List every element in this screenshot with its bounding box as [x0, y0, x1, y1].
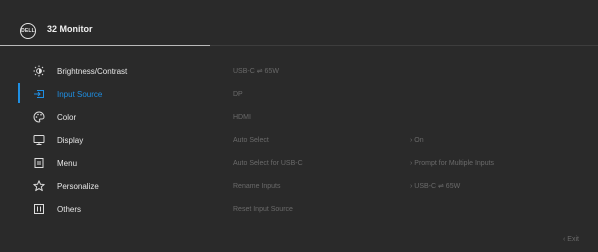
dell-logo: DELL — [20, 23, 36, 39]
option-value: › USB-C ⇌ 65W — [410, 183, 461, 190]
option-label: Rename Inputs — [233, 182, 281, 190]
header-divider-highlight — [0, 45, 210, 46]
option-label: Auto Select for USB-C — [233, 159, 303, 167]
option-label: DP — [233, 90, 243, 98]
option-label: Reset Input Source — [233, 205, 293, 213]
monitor-osd: DELL 32 Monitor Brightness/Contrast Inpu… — [0, 0, 598, 252]
option-row[interactable]: Reset Input Source — [0, 198, 598, 220]
option-row[interactable]: HDMI — [0, 106, 598, 128]
option-value: › On — [410, 136, 424, 144]
osd-header: DELL 32 Monitor — [0, 0, 598, 46]
option-value: › Prompt for Multiple Inputs — [410, 159, 495, 167]
option-label: Auto Select — [233, 136, 269, 144]
monitor-title: 32 Monitor — [47, 24, 93, 34]
logo-text: DELL — [21, 28, 35, 34]
option-label: HDMI — [233, 113, 251, 121]
option-row[interactable]: DP — [0, 83, 598, 105]
option-row[interactable]: Auto Select for USB-C › Prompt for Multi… — [0, 152, 598, 174]
option-row[interactable]: Auto Select › On — [0, 129, 598, 151]
option-row[interactable]: USB-C ⇌ 65W — [0, 60, 598, 82]
option-row[interactable]: Rename Inputs › USB-C ⇌ 65W — [0, 175, 598, 197]
option-label: USB-C ⇌ 65W — [233, 68, 279, 75]
exit-button[interactable]: ‹ Exit — [563, 236, 579, 243]
